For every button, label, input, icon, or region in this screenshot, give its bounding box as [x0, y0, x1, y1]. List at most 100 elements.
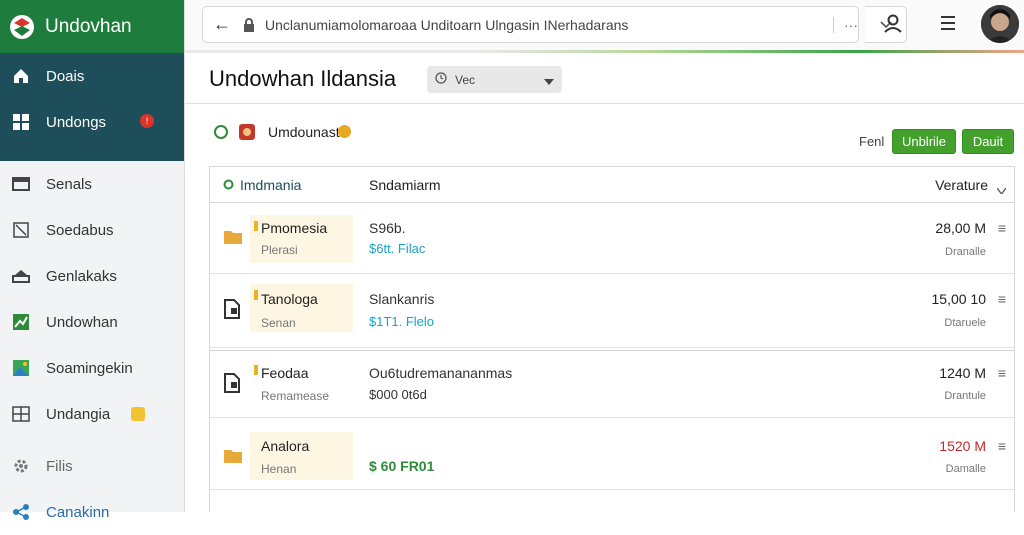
accent-strip [185, 50, 1024, 53]
more-icon[interactable]: ··· [833, 16, 858, 33]
sidebar-item-undongs[interactable]: Undongs ! [0, 99, 184, 145]
flag-marker [254, 221, 258, 231]
row-detail: Slankanris [369, 291, 435, 307]
top-bar: ← Unclanumiamolomaroaa Unditoarn Ulngasi… [185, 0, 1024, 53]
menu-icon[interactable] [937, 12, 959, 34]
chevron-down-icon [544, 74, 554, 88]
sidebar-item-label: Senals [46, 175, 92, 193]
folder-icon [223, 229, 243, 247]
home-icon [12, 67, 30, 85]
secondary-action-button[interactable]: Dauit [962, 129, 1014, 154]
files-table: Imdmania Sndamiarm Verature Pmomesia Ple… [209, 166, 1015, 512]
sidebar-item-home[interactable]: Doais [0, 53, 184, 99]
row-value-sub: Dtaruele [944, 317, 986, 329]
refresh-icon[interactable] [213, 124, 229, 145]
row-link[interactable]: $1T1. Flelo [369, 314, 434, 329]
user-icon[interactable] [882, 12, 904, 34]
sidebar-item-senals[interactable]: Senals [0, 161, 184, 207]
avatar[interactable] [981, 5, 1019, 43]
table-row[interactable]: Tanologa Senan Slankanris $1T1. Flelo 15… [210, 274, 1014, 348]
folder-icon [223, 448, 243, 466]
sidebar-item-label: Soedabus [46, 221, 114, 239]
sort-chevron-icon[interactable] [996, 181, 1007, 197]
sidebar-item-label: Doais [46, 67, 85, 85]
row-menu-icon[interactable]: ≡ [998, 365, 1006, 381]
share-icon [12, 503, 30, 521]
notification-badge: ! [140, 114, 154, 128]
row-value: 1520 M [939, 438, 986, 454]
file-icon [223, 299, 243, 319]
brand-header[interactable]: Undovhan [0, 0, 184, 53]
column-header-desc[interactable]: Sndamiarm [369, 177, 441, 193]
flag-marker [254, 365, 258, 375]
document-icon [12, 221, 30, 239]
lock-icon [243, 17, 255, 32]
row-menu-icon[interactable]: ≡ [998, 220, 1006, 236]
status-badge [131, 407, 145, 421]
row-sub: Remamease [261, 389, 330, 403]
divider [185, 103, 1024, 104]
photo-icon [12, 359, 30, 377]
row-value-sub: Dranalle [945, 246, 986, 258]
sidebar-item-label: Undongs [46, 113, 107, 131]
drive-icon [12, 267, 30, 285]
panel-title: Umdounast [268, 124, 340, 140]
panel-icons [213, 122, 257, 147]
row-sub: Plerasi [261, 243, 298, 257]
gear-icon [12, 457, 30, 475]
back-arrow-icon[interactable]: ← [213, 14, 235, 35]
row-value: 28,00 M [935, 220, 986, 236]
sidebar-item-undowhan[interactable]: Undowhan [0, 299, 184, 345]
sidebar-item-label: Undowhan [46, 313, 118, 331]
row-menu-icon[interactable]: ≡ [998, 438, 1006, 454]
row-name[interactable]: Feodaa [261, 365, 308, 381]
sidebar-item-canakinn[interactable]: Canakinn [0, 489, 184, 535]
row-sub: Senan [261, 316, 296, 330]
row-name[interactable]: Tanologa [261, 291, 318, 307]
row-amount: $000 0t6d [369, 387, 427, 402]
row-name[interactable]: Pmomesia [261, 220, 327, 236]
sidebar: Undovhan Doais Undongs ! Senals Soedabus… [0, 0, 185, 521]
row-menu-icon[interactable]: ≡ [998, 291, 1006, 307]
clock-icon [435, 72, 447, 87]
column-header-check-icon [223, 177, 234, 193]
table-icon [12, 405, 30, 423]
row-link[interactable]: $6tt. Filac [369, 241, 425, 256]
sidebar-item-label: Genlakaks [46, 267, 117, 285]
sidebar-item-label: Filis [46, 457, 73, 475]
column-header-value[interactable]: Verature [935, 177, 988, 193]
file-icon [223, 373, 243, 393]
row-value: 1240 M [939, 365, 986, 381]
row-value-sub: Drantule [944, 390, 986, 402]
app-logo-icon [9, 14, 35, 40]
row-value-sub: Damalle [945, 463, 986, 475]
sidebar-item-filis[interactable]: Filis [0, 443, 184, 489]
sidebar-item-label: Undangia [46, 405, 111, 423]
sidebar-item-undangia[interactable]: Undangia [0, 391, 184, 437]
column-header-name[interactable]: Imdmania [240, 177, 301, 193]
primary-action-button[interactable]: Unblrile [892, 129, 956, 154]
view-select-value: Vec [455, 72, 476, 87]
row-detail: S96b. [369, 220, 406, 236]
chart-icon [12, 313, 30, 331]
sidebar-active-group: Doais Undongs ! [0, 53, 184, 161]
sidebar-item-soedabus[interactable]: Soedabus [0, 207, 184, 253]
table-row[interactable]: Analora Henan $ 60 FR01 1520 M Damalle ≡ [210, 418, 1014, 490]
window-icon [12, 175, 30, 193]
view-select[interactable]: Vec [427, 66, 562, 93]
bug-icon [237, 122, 257, 147]
sidebar-item-genlakaks[interactable]: Genlakaks [0, 253, 184, 299]
row-amount: $ 60 FR01 [369, 458, 435, 474]
panel-filter-label[interactable]: Fenl [859, 134, 884, 149]
sidebar-item-soamingekin[interactable]: Soamingekin [0, 345, 184, 391]
warning-icon [338, 125, 351, 138]
url-text[interactable]: Unclanumiamolomaroaa Unditoarn Ulngasin … [265, 17, 825, 33]
flag-marker [254, 290, 258, 300]
table-row[interactable]: Feodaa Remamease Ou6tudremanananmas $000… [210, 350, 1014, 418]
table-row[interactable]: Pmomesia Plerasi S96b. $6tt. Filac 28,00… [210, 203, 1014, 274]
panel-header: Umdounast Fenl Unblrile Dauit [209, 118, 1014, 158]
row-name[interactable]: Analora [261, 438, 309, 454]
grid-icon [12, 113, 30, 131]
address-bar[interactable]: ← Unclanumiamolomaroaa Unditoarn Ulngasi… [202, 6, 859, 43]
sidebar-item-label: Soamingekin [46, 359, 133, 377]
